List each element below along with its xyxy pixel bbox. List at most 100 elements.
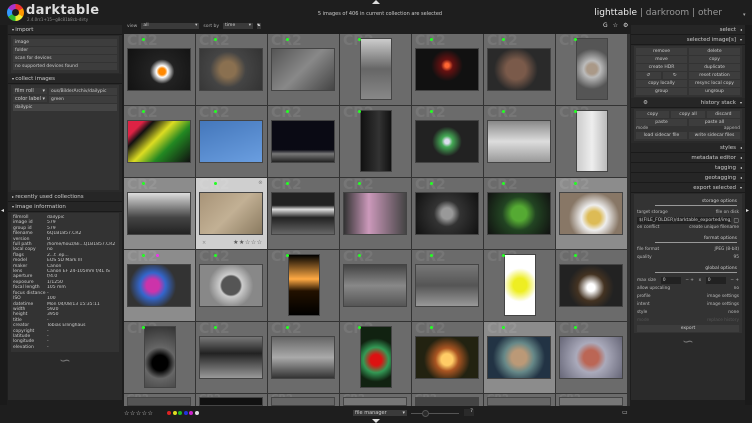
remove-button[interactable]: remove bbox=[636, 48, 687, 55]
ungroup-button[interactable]: ungroup bbox=[689, 88, 740, 95]
delete-button[interactable]: delete bbox=[689, 48, 740, 55]
thumbnail[interactable]: CR2 bbox=[556, 250, 627, 321]
resync-local-copy-button[interactable]: resync local copy bbox=[689, 80, 740, 87]
image-information-header[interactable]: image information bbox=[8, 202, 122, 212]
star-rating-filter[interactable]: ☆☆☆☆☆ bbox=[124, 410, 153, 417]
folder-icon[interactable]: ▢ bbox=[733, 217, 739, 224]
move-button[interactable]: move bbox=[636, 56, 687, 63]
thumbnail[interactable]: CR2 bbox=[196, 106, 267, 177]
zoom-entry[interactable]: 7 bbox=[464, 409, 474, 416]
view-other[interactable]: other bbox=[698, 8, 722, 18]
styles-header[interactable]: styles bbox=[631, 143, 745, 153]
metadata-editor-header[interactable]: metadata editor bbox=[631, 153, 745, 163]
thumbnail[interactable]: CR2 bbox=[124, 34, 195, 105]
import-image-button[interactable]: image bbox=[13, 39, 117, 46]
create-hdr-button[interactable]: create HDR bbox=[636, 64, 687, 71]
thumbnail[interactable]: CR2 bbox=[124, 178, 195, 249]
collect-images-header[interactable]: collect images bbox=[8, 74, 122, 84]
color-label-dot-icon[interactable] bbox=[167, 411, 171, 415]
thumbnail[interactable]: CR2 bbox=[124, 250, 195, 321]
max-width-input[interactable]: 0 bbox=[660, 277, 681, 284]
max-height-input[interactable]: 0 bbox=[705, 277, 726, 284]
thumbnail[interactable]: CR2 bbox=[484, 178, 555, 249]
gear-icon[interactable]: ⚙ bbox=[623, 22, 628, 29]
thumbnail[interactable]: CR2 bbox=[484, 106, 555, 177]
history-paste-button[interactable]: paste bbox=[636, 119, 687, 126]
rotate-cw-button[interactable]: ↻ bbox=[662, 72, 687, 79]
color-label-dot-icon[interactable] bbox=[183, 411, 188, 415]
collection-list-item[interactable]: dailypic bbox=[13, 104, 117, 111]
select-header[interactable]: select bbox=[631, 25, 745, 35]
on-conflict-select[interactable]: create unique filename bbox=[689, 224, 739, 232]
copy-button[interactable]: copy bbox=[689, 56, 740, 63]
thumbnail[interactable]: CR2 bbox=[412, 250, 483, 321]
thumbnail[interactable]: CR2 ★★☆☆☆ ⊗ × bbox=[196, 178, 267, 249]
color-label-select[interactable]: color label bbox=[13, 96, 47, 102]
scan-devices-button[interactable]: scan for devices bbox=[13, 55, 117, 62]
thumbnail[interactable]: CR2 bbox=[484, 34, 555, 105]
import-header[interactable]: import bbox=[8, 25, 122, 35]
thumbnail[interactable]: CR2 bbox=[556, 322, 627, 393]
thumbnail[interactable]: CR2 bbox=[484, 322, 555, 393]
view-darkroom[interactable]: darkroom bbox=[646, 8, 689, 18]
color-label-dot-icon[interactable] bbox=[178, 411, 182, 415]
zoom-slider-handle[interactable] bbox=[422, 410, 429, 417]
thumbnail[interactable]: CR2 bbox=[268, 178, 339, 249]
history-paste-all-button[interactable]: paste all bbox=[689, 119, 740, 126]
thumbnail[interactable]: CR2 bbox=[124, 394, 195, 406]
thumbnail[interactable]: CR2 bbox=[268, 106, 339, 177]
thumbnail[interactable]: CR2 bbox=[412, 106, 483, 177]
duplicate-button[interactable]: duplicate bbox=[689, 64, 740, 71]
thumbnail[interactable]: CR2 bbox=[340, 34, 411, 105]
preset-icon[interactable]: ⚙ bbox=[643, 98, 648, 108]
thumbnail[interactable]: CR2 bbox=[268, 322, 339, 393]
rotate-ccw-button[interactable]: ↺ bbox=[636, 72, 661, 79]
display-profile-icon[interactable]: ▭ bbox=[622, 409, 628, 416]
thumbnail[interactable]: CR2 bbox=[340, 250, 411, 321]
color-label-dot-icon[interactable] bbox=[172, 411, 177, 415]
thumbnail[interactable]: CR2 bbox=[340, 178, 411, 249]
thumbnail[interactable]: CR2 bbox=[196, 34, 267, 105]
copy-locally-button[interactable]: copy locally bbox=[636, 80, 687, 87]
export-selected-header[interactable]: export selected bbox=[631, 183, 745, 193]
view-filter-select[interactable]: all bbox=[141, 23, 200, 29]
load-sidecar-button[interactable]: load sidecar file bbox=[636, 132, 687, 139]
thumbnail[interactable]: CR2 bbox=[124, 106, 195, 177]
collect-property-select[interactable]: film roll bbox=[13, 88, 47, 94]
color-label-dot-icon[interactable] bbox=[194, 411, 199, 415]
write-sidecar-button[interactable]: write sidecar files bbox=[689, 132, 740, 139]
view-lighttable[interactable]: lighttable bbox=[594, 8, 637, 18]
sort-select[interactable]: time bbox=[223, 23, 254, 29]
thumbnail[interactable]: CR2 bbox=[484, 394, 555, 406]
thumbnail[interactable]: CR2 bbox=[196, 250, 267, 321]
thumbnail[interactable]: CR2 bbox=[484, 250, 555, 321]
thumbnail[interactable]: CR2 bbox=[268, 394, 339, 406]
thumbnail[interactable]: CR2 bbox=[196, 322, 267, 393]
thumbnail[interactable]: CR2 bbox=[412, 178, 483, 249]
thumbnail[interactable]: CR2 bbox=[556, 34, 627, 105]
thumbnail[interactable]: CR2 bbox=[268, 34, 339, 105]
intent-select[interactable]: image settings bbox=[707, 301, 739, 309]
thumbnail[interactable]: CR2 bbox=[556, 106, 627, 177]
reject-icon[interactable]: × bbox=[202, 240, 206, 246]
geotagging-header[interactable]: geotagging bbox=[631, 173, 745, 183]
import-folder-button[interactable]: folder bbox=[13, 47, 117, 54]
width-stepper[interactable]: − + bbox=[685, 277, 694, 285]
style-select[interactable]: none bbox=[728, 309, 739, 317]
collect-value-input[interactable]: ous/BilderArchiv/dailypic bbox=[49, 88, 117, 95]
thumbnail[interactable]: CR2 bbox=[556, 178, 627, 249]
target-storage-select[interactable]: file on disk bbox=[716, 209, 739, 217]
color-label-value-input[interactable]: green bbox=[49, 96, 117, 103]
thumbnail[interactable]: CR2 bbox=[556, 394, 627, 406]
quality-slider[interactable]: 95 bbox=[734, 254, 739, 262]
thumbnail[interactable]: CR2 bbox=[412, 394, 483, 406]
collapse-top-arrow-icon[interactable] bbox=[372, 0, 380, 4]
thumbnail[interactable]: CR2 bbox=[412, 34, 483, 105]
g-icon[interactable]: G bbox=[603, 22, 608, 29]
thumbnail[interactable]: CR2 bbox=[268, 250, 339, 321]
star-icon[interactable]: ☆ bbox=[613, 22, 618, 29]
thumbnail[interactable]: CR2 bbox=[340, 322, 411, 393]
thumbnail[interactable]: CR2 bbox=[412, 322, 483, 393]
thumbnail-star-rating[interactable]: ★★☆☆☆ bbox=[233, 239, 262, 246]
thumbnail[interactable]: CR2 bbox=[340, 394, 411, 406]
